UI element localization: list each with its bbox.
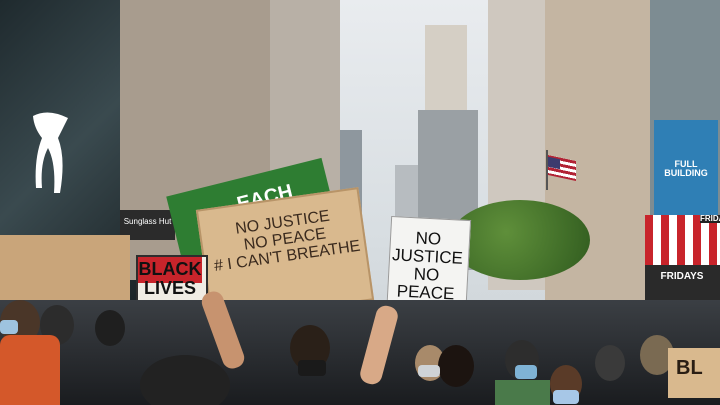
- no-justice-white-text: NO JUSTICE NO PEACE: [391, 228, 464, 303]
- face-mask: [298, 360, 326, 376]
- face-mask: [418, 365, 440, 377]
- puma-cat-icon: [28, 108, 78, 198]
- fuller-building-label: FULL BUILDING: [664, 159, 708, 179]
- protester-head: [438, 345, 474, 387]
- street-protest-scene: FULL BUILDING FRIDAYS FRIDAYS Sunglass H…: [0, 0, 720, 405]
- face-mask: [515, 365, 537, 379]
- fridays-bottom-label: FRIDAYS: [660, 271, 704, 282]
- green-shirt: [495, 380, 550, 405]
- sunglass-hut-label: Sunglass Hut: [123, 217, 172, 226]
- face-mask: [0, 320, 18, 334]
- street-tree: [450, 200, 590, 280]
- right-edge-sign-text: BL: [676, 357, 703, 379]
- protester-head: [595, 345, 625, 381]
- orange-jacket: [0, 335, 60, 405]
- face-mask: [553, 390, 579, 404]
- protester-head: [95, 310, 125, 346]
- plywood-boards: [0, 235, 130, 305]
- fridays-top-label: FRIDAYS: [700, 214, 720, 224]
